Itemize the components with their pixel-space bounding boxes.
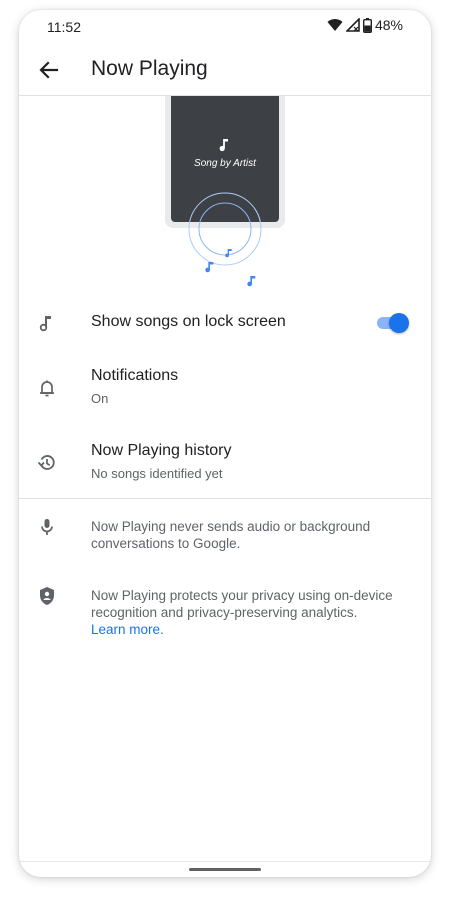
signal-icon [345, 18, 360, 32]
music-note-icon [37, 313, 57, 333]
history-setting-row[interactable]: Now Playing history No songs identified … [19, 433, 431, 495]
lock-screen-setting-label: Show songs on lock screen [91, 313, 286, 330]
audio-info-row: Now Playing never sends audio or backgro… [19, 515, 431, 565]
audio-info-text: Now Playing never sends audio or backgro… [91, 519, 371, 551]
device-frame: 11:52 48% Now Playing Song by Artist Sho… [19, 10, 431, 877]
microphone-icon [37, 517, 57, 537]
page-title: Now Playing [91, 57, 208, 80]
learn-more-link[interactable]: Learn more. [91, 621, 411, 638]
section-divider [19, 498, 431, 499]
notifications-label: Notifications [91, 367, 179, 384]
privacy-info-text: Now Playing protects your privacy using … [91, 588, 393, 620]
arrow-back-icon [35, 61, 63, 88]
notifications-value: On [91, 391, 109, 406]
song-caption: Song by Artist [194, 158, 256, 169]
status-icons: 48% [327, 17, 403, 33]
music-note-icon [219, 138, 231, 157]
history-icon [37, 453, 57, 473]
battery-icon [362, 17, 372, 33]
app-bar: Now Playing [19, 44, 431, 96]
privacy-info-row: Now Playing protects your privacy using … [19, 584, 431, 664]
floating-note-icon [205, 260, 215, 278]
now-playing-illustration: Song by Artist [19, 96, 431, 296]
floating-note-icon [225, 245, 233, 263]
floating-note-icon [247, 274, 257, 292]
shield-person-icon [37, 586, 57, 606]
history-value: No songs identified yet [91, 466, 223, 481]
lock-screen-setting-row[interactable]: Show songs on lock screen [19, 300, 431, 346]
bell-icon [37, 378, 57, 398]
bottom-divider [19, 861, 431, 862]
battery-percent: 48% [374, 17, 403, 33]
wifi-icon [327, 18, 343, 32]
gesture-nav-handle[interactable] [189, 868, 261, 871]
toggle-thumb [389, 313, 409, 333]
status-time: 11:52 [47, 19, 81, 35]
history-label: Now Playing history [91, 442, 232, 459]
back-button[interactable] [35, 56, 63, 84]
privacy-info-block: Now Playing protects your privacy using … [91, 587, 411, 638]
lock-screen-toggle[interactable] [375, 311, 411, 335]
notifications-setting-row[interactable]: Notifications On [19, 358, 431, 420]
status-bar: 11:52 48% [19, 10, 431, 44]
